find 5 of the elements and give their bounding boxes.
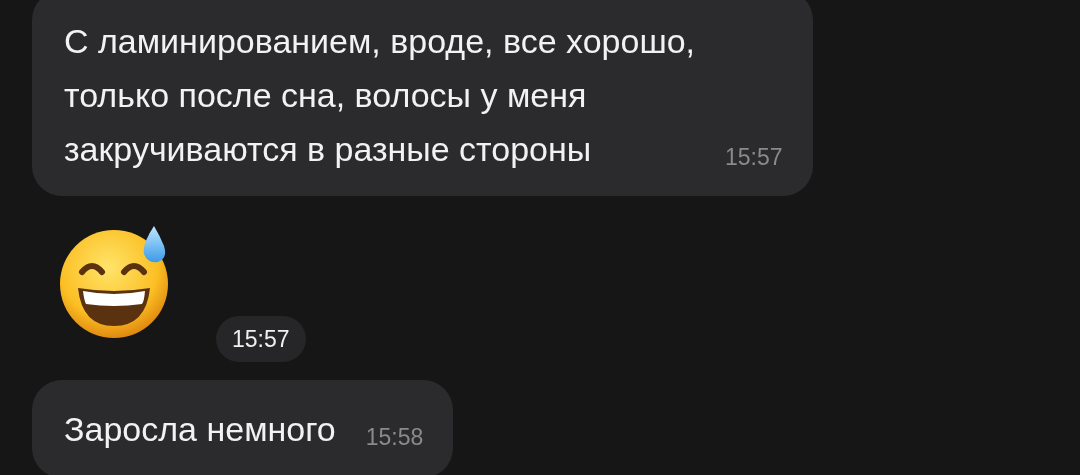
message-time: 15:58 (365, 422, 424, 452)
message-text: Заросла немного (64, 409, 336, 450)
message-text: С ламинированием, вроде, все хорошо, только после сна, волосы у меня закручиваются в разные стороны (64, 21, 696, 170)
message-time: 15:57 (216, 316, 306, 362)
message-time: 15:57 (725, 142, 783, 172)
